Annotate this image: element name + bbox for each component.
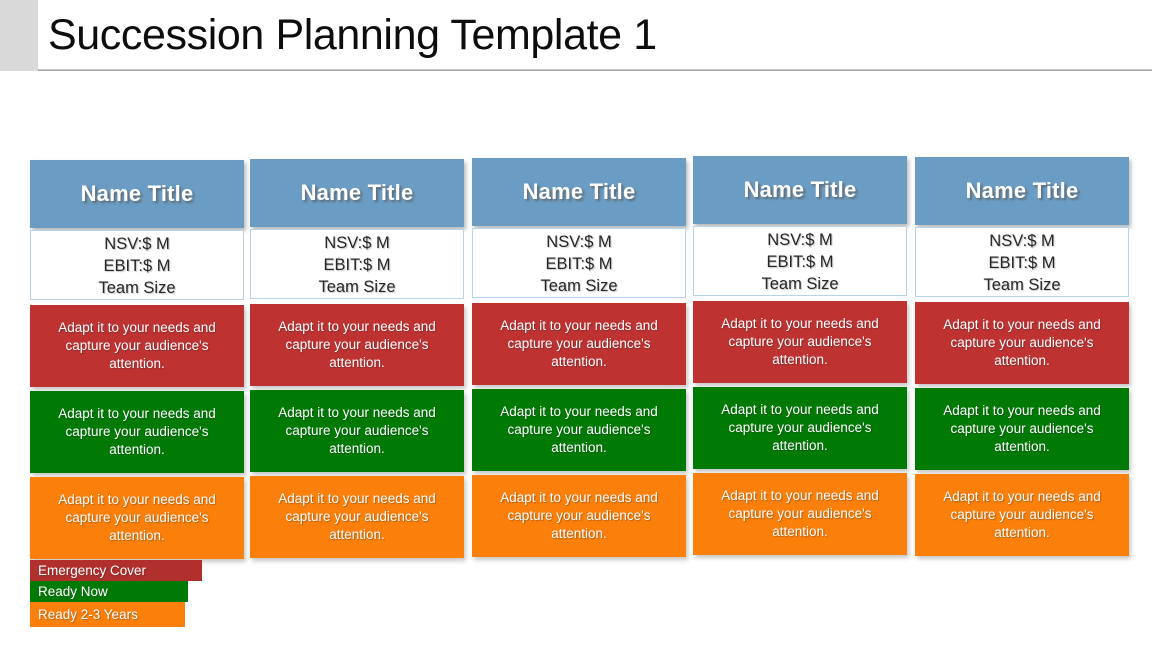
card-ebit-value: EBIT:$ M [103, 257, 171, 275]
status-block-ready-now[interactable]: Adapt it to your needs and capture your … [472, 389, 686, 471]
status-block-text: Adapt it to your needs and capture your … [278, 491, 436, 542]
status-block-text: Adapt it to your needs and capture your … [500, 404, 658, 455]
status-block-ready-2-3-years[interactable]: Adapt it to your needs and capture your … [472, 475, 686, 557]
status-block-text: Adapt it to your needs and capture your … [500, 318, 658, 369]
legend-label: Emergency Cover [38, 562, 147, 578]
status-block-text: Adapt it to your needs and capture your … [58, 406, 216, 457]
card-nsv-value: NSV:$ M [324, 234, 390, 252]
succession-card[interactable]: Name Title NSV:$ M EBIT:$ M Team Size Ad… [915, 157, 1129, 556]
card-nsv-value: NSV:$ M [546, 233, 612, 251]
card-info-box: NSV:$ M EBIT:$ M Team Size [30, 230, 244, 300]
card-info-box: NSV:$ M EBIT:$ M Team Size [472, 228, 686, 298]
card-ebit-value: EBIT:$ M [988, 254, 1056, 272]
card-name-title: Name Title [965, 178, 1079, 203]
card-nsv-value: NSV:$ M [104, 235, 170, 253]
card-team-size-value: Team Size [761, 275, 839, 293]
status-block-ready-now[interactable]: Adapt it to your needs and capture your … [250, 390, 464, 472]
status-block-emergency-cover[interactable]: Adapt it to your needs and capture your … [693, 301, 907, 383]
succession-card[interactable]: Name Title NSV:$ M EBIT:$ M Team Size Ad… [250, 159, 464, 558]
status-block-ready-now[interactable]: Adapt it to your needs and capture your … [915, 388, 1129, 470]
legend-label: Ready Now [38, 583, 108, 599]
card-ebit-value: EBIT:$ M [323, 256, 391, 274]
succession-card[interactable]: Name Title NSV:$ M EBIT:$ M Team Size Ad… [30, 160, 244, 559]
card-team-size-value: Team Size [540, 277, 618, 295]
status-block-text: Adapt it to your needs and capture your … [943, 489, 1101, 540]
succession-card-grid: Name Title NSV:$ M EBIT:$ M Team Size Ad… [0, 0, 1152, 648]
status-block-emergency-cover[interactable]: Adapt it to your needs and capture your … [250, 304, 464, 386]
status-block-text: Adapt it to your needs and capture your … [721, 488, 879, 539]
card-header[interactable]: Name Title [30, 160, 244, 228]
card-team-size-value: Team Size [318, 278, 396, 296]
card-ebit-value: EBIT:$ M [766, 253, 834, 271]
card-info-box: NSV:$ M EBIT:$ M Team Size [250, 229, 464, 299]
card-name-title: Name Title [80, 181, 194, 206]
status-block-text: Adapt it to your needs and capture your … [500, 490, 658, 541]
status-block-ready-now[interactable]: Adapt it to your needs and capture your … [30, 391, 244, 473]
status-block-text: Adapt it to your needs and capture your … [278, 405, 436, 456]
card-header[interactable]: Name Title [472, 158, 686, 226]
card-header[interactable]: Name Title [250, 159, 464, 227]
card-info-box: NSV:$ M EBIT:$ M Team Size [915, 227, 1129, 297]
succession-card[interactable]: Name Title NSV:$ M EBIT:$ M Team Size Ad… [693, 156, 907, 555]
legend-item-emergency-cover: Emergency Cover [30, 560, 202, 581]
card-ebit-value: EBIT:$ M [545, 255, 613, 273]
status-block-ready-now[interactable]: Adapt it to your needs and capture your … [693, 387, 907, 469]
status-block-ready-2-3-years[interactable]: Adapt it to your needs and capture your … [693, 473, 907, 555]
legend-item-ready-2-3-years: Ready 2-3 Years [30, 602, 185, 627]
status-legend: Emergency Cover Ready Now Ready 2-3 Year… [30, 560, 230, 627]
status-block-ready-2-3-years[interactable]: Adapt it to your needs and capture your … [250, 476, 464, 558]
card-header[interactable]: Name Title [915, 157, 1129, 225]
card-team-size-value: Team Size [983, 276, 1061, 294]
succession-card[interactable]: Name Title NSV:$ M EBIT:$ M Team Size Ad… [472, 158, 686, 557]
status-block-ready-2-3-years[interactable]: Adapt it to your needs and capture your … [915, 474, 1129, 556]
status-block-text: Adapt it to your needs and capture your … [721, 316, 879, 367]
card-name-title: Name Title [300, 180, 414, 205]
status-block-text: Adapt it to your needs and capture your … [721, 402, 879, 453]
status-block-text: Adapt it to your needs and capture your … [943, 403, 1101, 454]
card-info-box: NSV:$ M EBIT:$ M Team Size [693, 226, 907, 296]
status-block-text: Adapt it to your needs and capture your … [58, 492, 216, 543]
legend-item-ready-now: Ready Now [30, 581, 188, 602]
status-block-text: Adapt it to your needs and capture your … [943, 317, 1101, 368]
card-nsv-value: NSV:$ M [989, 232, 1055, 250]
legend-label: Ready 2-3 Years [38, 606, 138, 622]
status-block-text: Adapt it to your needs and capture your … [58, 320, 216, 371]
card-name-title: Name Title [522, 179, 636, 204]
card-header[interactable]: Name Title [693, 156, 907, 224]
status-block-text: Adapt it to your needs and capture your … [278, 319, 436, 370]
status-block-emergency-cover[interactable]: Adapt it to your needs and capture your … [472, 303, 686, 385]
status-block-emergency-cover[interactable]: Adapt it to your needs and capture your … [915, 302, 1129, 384]
status-block-emergency-cover[interactable]: Adapt it to your needs and capture your … [30, 305, 244, 387]
card-name-title: Name Title [743, 177, 857, 202]
status-block-ready-2-3-years[interactable]: Adapt it to your needs and capture your … [30, 477, 244, 559]
card-nsv-value: NSV:$ M [767, 231, 833, 249]
card-team-size-value: Team Size [98, 279, 176, 297]
